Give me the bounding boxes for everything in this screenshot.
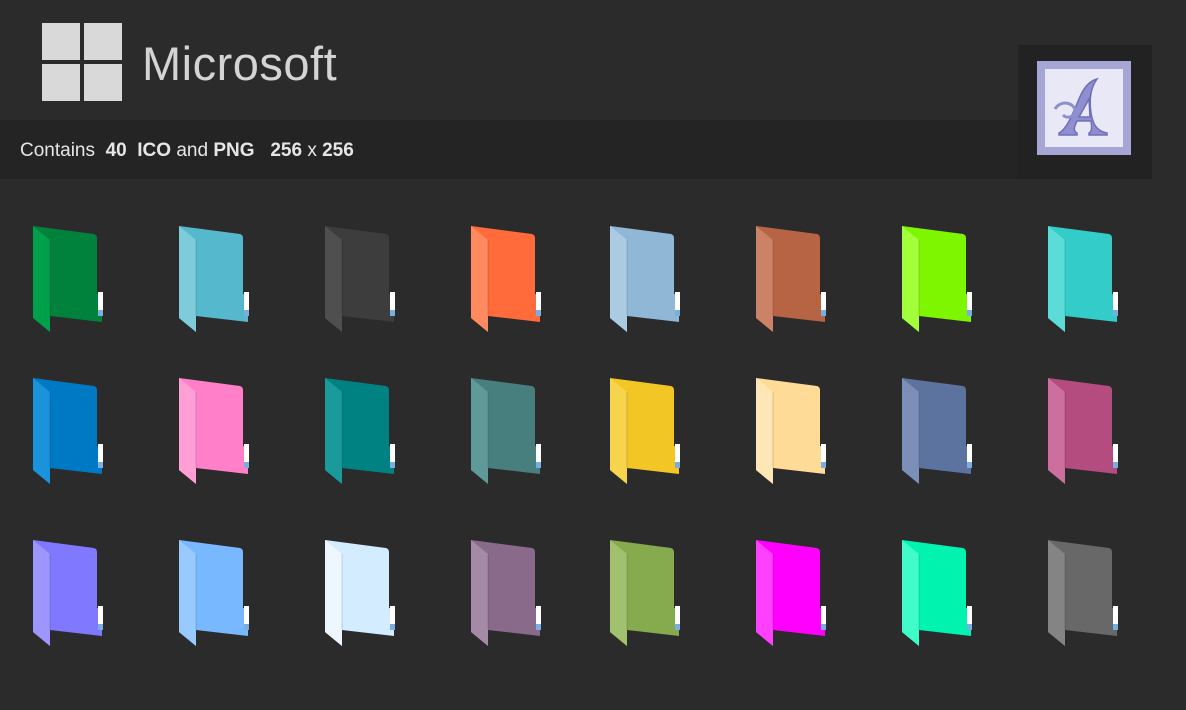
header: Microsoft [0, 0, 1186, 120]
info-conjunction: and [176, 140, 209, 161]
folder-pink-icon[interactable] [178, 378, 258, 488]
folder-lime-icon[interactable] [901, 226, 981, 336]
info-prefix: Contains [20, 140, 95, 161]
folder-fuchsia-icon[interactable] [755, 540, 835, 650]
folder-light-blue-icon[interactable] [178, 540, 258, 650]
folder-orange-icon[interactable] [470, 226, 550, 336]
folder-mint-icon[interactable] [901, 540, 981, 650]
info-format-png: PNG [213, 140, 255, 161]
info-width: 256 [270, 140, 303, 161]
folder-mauve-icon[interactable] [470, 540, 550, 650]
folder-teal-icon[interactable] [324, 378, 404, 488]
folder-green-icon[interactable] [32, 226, 112, 336]
folder-peach-icon[interactable] [755, 378, 835, 488]
folder-turquoise-icon[interactable] [1047, 226, 1127, 336]
folder-magenta-rose-icon[interactable] [1047, 378, 1127, 488]
windows-logo-icon [42, 23, 122, 101]
folder-gray-icon[interactable] [1047, 540, 1127, 650]
blackletter-a-icon [1037, 61, 1131, 155]
info-count: 40 [105, 140, 127, 161]
folder-pale-blue-icon[interactable] [324, 540, 404, 650]
folder-slate-blue-icon[interactable] [901, 378, 981, 488]
brand-title: Microsoft [142, 37, 338, 90]
folder-olive-icon[interactable] [609, 540, 689, 650]
folder-blue-icon[interactable] [32, 378, 112, 488]
info-height: 256 [322, 140, 354, 161]
folder-periwinkle-icon[interactable] [32, 540, 112, 650]
info-times: x [307, 140, 317, 161]
folder-light-steel-blue-icon[interactable] [609, 226, 689, 336]
folder-sky-blue-icon[interactable] [178, 226, 258, 336]
folder-slate-teal-icon[interactable] [470, 378, 550, 488]
folder-dark-gray-icon[interactable] [324, 226, 404, 336]
folder-terracotta-icon[interactable] [755, 226, 835, 336]
info-text: Contains 40 ICO and PNG 256 x 256 [20, 140, 354, 162]
folder-yellow-icon[interactable] [609, 378, 689, 488]
info-format-ico: ICO [137, 140, 172, 161]
